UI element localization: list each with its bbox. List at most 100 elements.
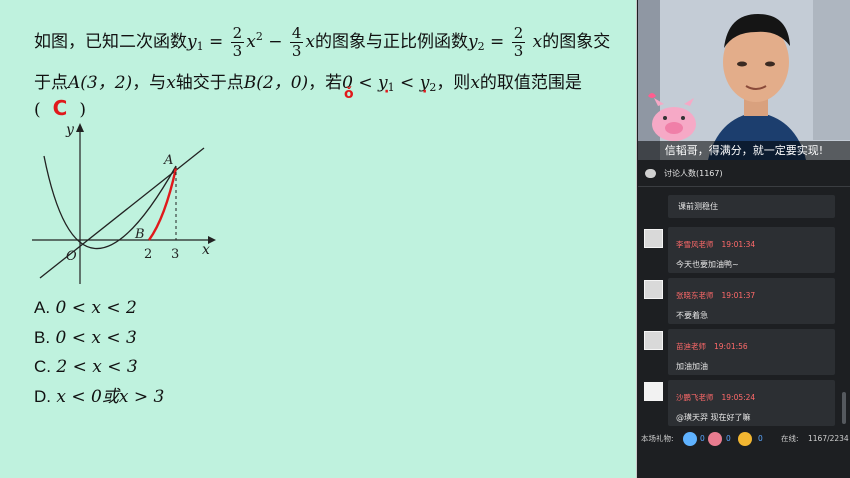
whiteboard: 如图，已知二次函数y1 = 2 3 x2 − 4 3 x的图象与正比例函数y2 = 23…: [0, 0, 637, 478]
message-author[interactable]: 李雪风老师: [676, 240, 714, 249]
equals-sign: =: [490, 32, 505, 52]
point-b-coords: B(2，0): [243, 73, 309, 93]
option-d: D. x < 0或x > 3: [34, 382, 164, 412]
gifts-label: 本场礼物:: [641, 434, 674, 443]
flower-icon[interactable]: [683, 432, 697, 446]
red-annotation-dot: ·: [384, 84, 390, 100]
question-line-1: 如图，已知二次函数y1 = 2 3 x2 − 4 3 x的图象与正比例函数y2 = 23…: [34, 25, 610, 60]
option-expr: 0 < x < 2: [55, 298, 137, 318]
option-a: A. 0 < x < 2: [34, 293, 164, 323]
online-label: 在线:: [781, 434, 799, 443]
point-a-label: A: [163, 153, 173, 168]
trophy-icon[interactable]: [738, 432, 752, 446]
equals-sign: =: [209, 32, 224, 52]
answer-options: A. 0 < x < 2 B. 0 < x < 3 C. 2 < x < 3 D…: [34, 293, 164, 411]
option-expr: x < 0或x > 3: [56, 386, 165, 407]
var-y1: y: [187, 32, 197, 52]
paren-open: (: [34, 100, 41, 120]
fraction-2-3: 23: [230, 24, 245, 60]
gift-count: 0: [700, 434, 705, 443]
chat-message: 张晓东老师 19:01:37 不要着急: [644, 278, 842, 324]
option-letter: D.: [34, 386, 51, 406]
var-y2: y: [468, 32, 478, 52]
frac-den: 3: [291, 42, 302, 60]
bouquet-icon[interactable]: [708, 432, 722, 446]
exponent: 2: [255, 30, 263, 43]
question-text: ，与: [132, 73, 167, 93]
tick-label-3: 3: [171, 247, 179, 262]
question-text: 于点: [34, 73, 68, 93]
question-text: ，则: [436, 73, 471, 93]
discussion-header: 讨论人数(1167): [638, 165, 850, 183]
message-time: 19:05:24: [721, 393, 756, 402]
avatar: [644, 382, 663, 401]
video-caption: 信韬哥，得满分，就一定要实现!: [638, 141, 850, 160]
red-highlight: [148, 167, 178, 241]
var-x: x: [305, 32, 316, 52]
message-time: 19:01:34: [721, 240, 756, 249]
divider: [638, 186, 850, 187]
point-b-label: B: [134, 227, 145, 242]
avatar: [644, 229, 663, 248]
frac-num: 2: [230, 24, 245, 43]
question-text: 的图象与正比例函数: [315, 32, 469, 52]
y-label: y: [65, 122, 75, 138]
question-text: 的取值范围是: [479, 73, 582, 93]
message-author[interactable]: 苗迪老师: [676, 342, 706, 351]
sub-1: 1: [196, 40, 204, 53]
red-annotation-dot: ·: [422, 84, 428, 100]
discussion-count: 讨论人数(1167): [664, 169, 723, 178]
chat-message-first: 课前测稳住: [668, 195, 835, 218]
message-text: 加油加油: [676, 362, 708, 371]
fraction-4-3: 43: [289, 24, 304, 60]
chat-scrollbar[interactable]: [842, 392, 846, 424]
option-letter: A.: [34, 298, 51, 317]
teacher-video-image: [638, 0, 850, 160]
message-bubble: 张晓东老师 19:01:37 不要着急: [668, 278, 835, 324]
var-x: x: [166, 73, 176, 93]
frac-num: 2: [511, 24, 526, 43]
question-text: ，若: [308, 73, 343, 93]
question-text: 的图象交: [542, 32, 611, 52]
message-time: 19:01:37: [721, 291, 756, 300]
function-graph: y x O A B 2 3: [32, 122, 216, 284]
red-annotation-mark: ǒ: [344, 86, 354, 102]
var-x: x: [532, 32, 543, 52]
message-text: 今天也要加油鸭~: [676, 260, 739, 269]
frac-num: 4: [289, 24, 304, 43]
teacher-video[interactable]: 信韬哥，得满分，就一定要实现!: [638, 0, 850, 160]
sub-2: 2: [477, 40, 485, 53]
frac-den: 3: [513, 42, 524, 60]
option-b: B. 0 < x < 3: [34, 323, 164, 353]
footer-bar: 本场礼物: 0 0 0 在线: 1167/2234: [638, 428, 850, 450]
fraction-2-3: 23: [511, 24, 526, 60]
origin-label: O: [66, 249, 77, 264]
var-x: x: [246, 32, 256, 52]
var-x: x: [470, 73, 480, 93]
y-axis-arrow: [76, 123, 84, 132]
question-line-2: 于点A(3，2)，与x轴交于点B(2，0)，若0 < y1 < y2，则x的取值…: [34, 68, 582, 94]
question-text: 轴交于点: [175, 73, 244, 93]
option-c: C. 2 < x < 3: [34, 352, 164, 382]
option-expr: 0 < x < 3: [55, 327, 137, 348]
avatar: [644, 280, 663, 299]
option-letter: C.: [34, 357, 51, 376]
chat-bubble-icon: [645, 169, 656, 178]
message-bubble: 苗迪老师 19:01:56 加油加油: [668, 329, 835, 375]
option-letter: B.: [34, 327, 51, 347]
message-time: 19:01:56: [714, 342, 748, 351]
paren-close: ): [79, 100, 86, 120]
avatar: [644, 331, 663, 350]
tick-label-2: 2: [144, 247, 152, 262]
message-author[interactable]: 张晓东老师: [676, 291, 714, 300]
frac-den: 3: [232, 42, 243, 60]
parabola-y1: [43, 155, 177, 250]
chat-message: 沙鹏飞老师 19:05:24 @璜天羿 现在好了嘛: [644, 380, 842, 426]
message-author[interactable]: 沙鹏飞老师: [676, 393, 714, 402]
chat-message: 苗迪老师 19:01:56 加油加油: [644, 329, 842, 375]
online-count: 1167/2234: [808, 434, 849, 443]
message-bubble: 沙鹏飞老师 19:05:24 @璜天羿 现在好了嘛: [668, 380, 835, 426]
message-bubble: 李雪风老师 19:01:34 今天也要加油鸭~: [668, 227, 835, 273]
gift-count: 0: [726, 434, 731, 443]
point-a-coords: A(3，2): [68, 73, 133, 93]
